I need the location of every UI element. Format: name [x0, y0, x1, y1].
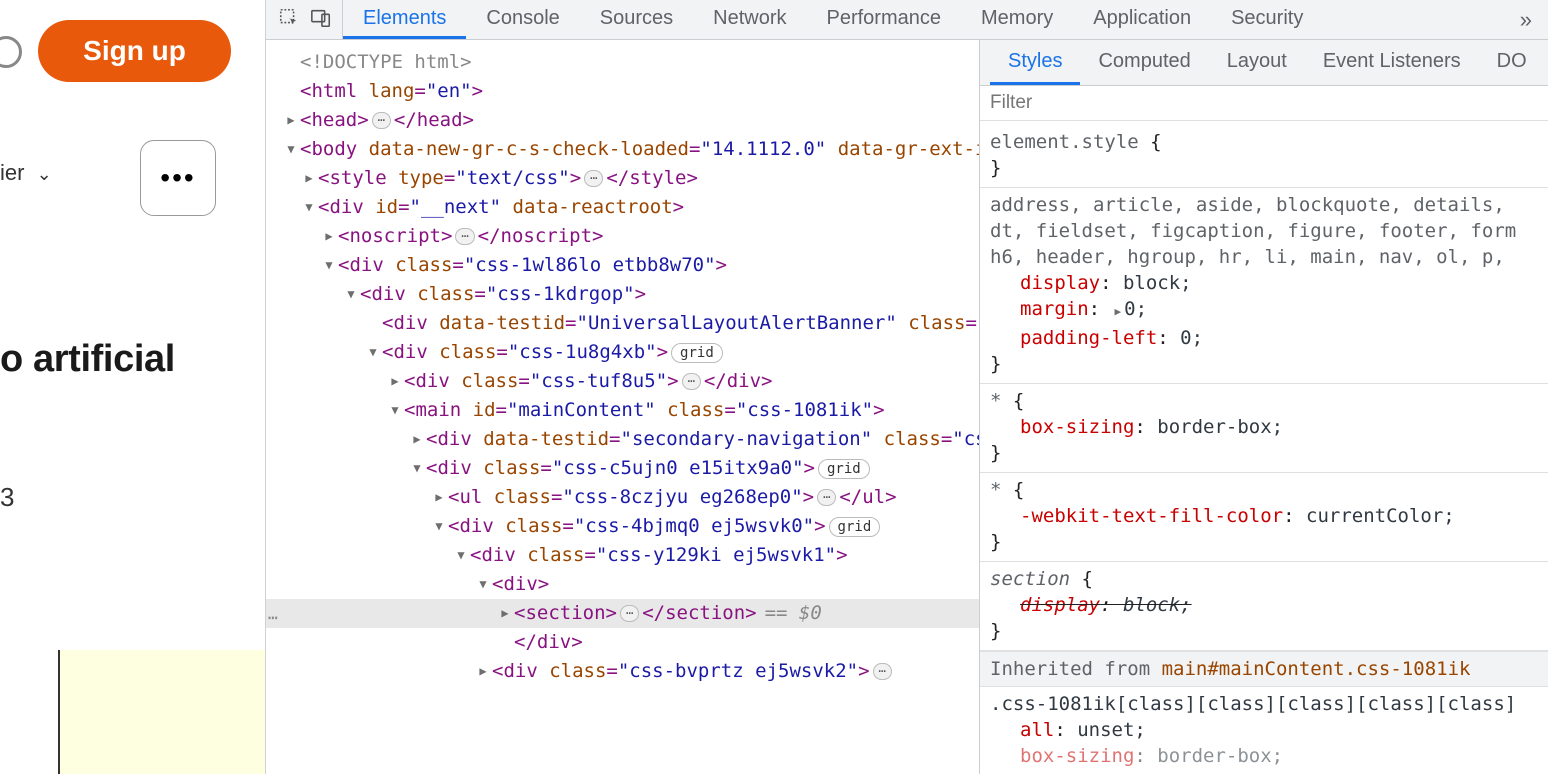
css-rule[interactable]: * { box-sizing: border-box; } — [980, 384, 1548, 473]
tab-elements[interactable]: Elements — [343, 0, 466, 39]
chevron-down-icon: ⌄ — [37, 164, 52, 184]
styles-tab-styles[interactable]: Styles — [990, 40, 1080, 85]
dom-node[interactable]: <body data-new-gr-c-s-check-loaded="14.1… — [266, 135, 979, 164]
dom-node[interactable]: <div data-testid="secondary-navigation" … — [266, 425, 979, 454]
devtools-panel: Elements Console Sources Network Perform… — [266, 0, 1548, 774]
devtools-tabbar: Elements Console Sources Network Perform… — [266, 0, 1548, 40]
dom-node[interactable]: <ul class="css-8czjyu eg268ep0">⋯</ul> — [266, 483, 979, 512]
number-fragment: 3 — [0, 482, 14, 513]
tab-performance[interactable]: Performance — [807, 0, 962, 39]
dom-node[interactable]: <div> — [266, 570, 979, 599]
inspect-element-icon[interactable] — [278, 7, 300, 32]
dom-node[interactable]: <noscript>⋯</noscript> — [266, 222, 979, 251]
styles-tab-computed[interactable]: Computed — [1080, 40, 1208, 85]
devtools-tool-icons — [274, 0, 343, 39]
tab-console[interactable]: Console — [466, 0, 579, 39]
devtools-main-tabs: Elements Console Sources Network Perform… — [343, 0, 1323, 39]
dom-node[interactable]: <div class="css-c5ujn0 e15itx9a0">grid — [266, 454, 979, 483]
dom-node[interactable]: <html lang="en"> — [266, 77, 979, 106]
css-rule[interactable]: * { -webkit-text-fill-color: currentColo… — [980, 473, 1548, 562]
expand-arrow-icon[interactable] — [322, 222, 336, 251]
dom-node[interactable]: <div class="css-1kdrgop"> — [266, 280, 979, 309]
collapse-arrow-icon[interactable] — [410, 454, 424, 483]
elements-dom-tree[interactable]: <!DOCTYPE html> <html lang="en"> <head>⋯… — [266, 40, 980, 774]
ellipsis-pill[interactable]: ⋯ — [817, 489, 836, 506]
tab-application[interactable]: Application — [1073, 0, 1211, 39]
dom-node[interactable]: <div class="css-tuf8u5">⋯</div> — [266, 367, 979, 396]
dom-node[interactable]: <head>⋯</head> — [266, 106, 979, 135]
dom-node[interactable]: <main id="mainContent" class="css-1081ik… — [266, 396, 979, 425]
more-options-button[interactable]: ••• — [140, 140, 216, 216]
grid-badge[interactable]: grid — [818, 459, 870, 479]
collapse-arrow-icon[interactable] — [284, 135, 298, 164]
expand-arrow-icon[interactable] — [432, 483, 446, 512]
styles-filter-row — [980, 86, 1548, 121]
tab-security[interactable]: Security — [1211, 0, 1323, 39]
ellipsis-pill[interactable]: ⋯ — [372, 112, 391, 129]
styles-tabs: Styles Computed Layout Event Listeners D… — [980, 40, 1548, 86]
ellipsis-pill[interactable]: ⋯ — [620, 605, 639, 622]
highlighted-region — [58, 650, 266, 774]
ellipsis-pill[interactable]: ⋯ — [584, 170, 603, 187]
css-rules-list[interactable]: element.style { } address, article, asid… — [980, 121, 1548, 774]
collapse-arrow-icon[interactable] — [476, 570, 490, 599]
dom-node[interactable]: <div class="css-1u8g4xb">grid — [266, 338, 979, 367]
expand-arrow-icon[interactable] — [388, 367, 402, 396]
dom-node[interactable]: <div class="css-bvprtz ej5wsvk2">⋯ — [266, 657, 979, 686]
dom-node[interactable]: <div id="__next" data-reactroot> — [266, 193, 979, 222]
device-toggle-icon[interactable] — [310, 7, 332, 32]
page-content-strip: Sign up ier ⌄ ••• o artificial 3 — [0, 0, 266, 774]
css-rule[interactable]: address, article, aside, blockquote, det… — [980, 188, 1548, 384]
inherited-selector-link[interactable]: main#mainContent.css-1081ik — [1162, 658, 1471, 680]
expand-arrow-icon[interactable] — [302, 164, 316, 193]
collapse-arrow-icon[interactable] — [322, 251, 336, 280]
collapse-arrow-icon[interactable] — [302, 193, 316, 222]
collapse-arrow-icon[interactable] — [388, 396, 402, 425]
dropdown-label-fragment: ier — [0, 160, 24, 185]
styles-tab-dom-breakpoints[interactable]: DO — [1479, 40, 1545, 85]
css-rule[interactable]: element.style { } — [980, 125, 1548, 188]
expand-arrow-icon[interactable] — [498, 599, 512, 628]
inherited-from-bar: Inherited from main#mainContent.css-1081… — [980, 651, 1548, 687]
collapse-arrow-icon[interactable] — [432, 512, 446, 541]
collapse-arrow-icon[interactable] — [344, 280, 358, 309]
more-tabs-button[interactable]: » — [1504, 7, 1548, 33]
tab-sources[interactable]: Sources — [580, 0, 693, 39]
ellipsis-pill[interactable]: ⋯ — [873, 663, 892, 680]
selected-indicator: == $0 — [765, 602, 822, 624]
styles-tab-layout[interactable]: Layout — [1209, 40, 1305, 85]
styles-panel: Styles Computed Layout Event Listeners D… — [980, 40, 1548, 774]
collapse-arrow-icon[interactable] — [454, 541, 468, 570]
signup-button[interactable]: Sign up — [38, 20, 231, 82]
dom-node[interactable]: <!DOCTYPE html> — [266, 48, 979, 77]
expand-arrow-icon[interactable] — [284, 106, 298, 135]
dom-node[interactable]: <style type="text/css">⋯</style> — [266, 164, 979, 193]
ellipsis-pill[interactable]: ⋯ — [682, 373, 701, 390]
styles-tab-event-listeners[interactable]: Event Listeners — [1305, 40, 1479, 85]
devtools-body: <!DOCTYPE html> <html lang="en"> <head>⋯… — [266, 40, 1548, 774]
css-rule[interactable]: section { display: block; } — [980, 562, 1548, 651]
styles-filter-input[interactable] — [990, 92, 1538, 114]
css-rule[interactable]: .css-1081ik[class][class][class][class][… — [980, 687, 1548, 774]
collapse-arrow-icon[interactable] — [366, 338, 380, 367]
expand-arrow-icon[interactable] — [410, 425, 424, 454]
dom-node[interactable]: </div> — [266, 628, 979, 657]
shorthand-expand-icon[interactable]: ▶ — [1115, 299, 1122, 325]
dom-node[interactable]: <div class="css-y129ki ej5wsvk1"> — [266, 541, 979, 570]
tab-memory[interactable]: Memory — [961, 0, 1073, 39]
grid-badge[interactable]: grid — [829, 517, 881, 537]
partial-ring-icon — [0, 36, 22, 68]
dom-node-selected[interactable]: ⋯<section>⋯</section>== $0 — [266, 599, 979, 628]
ellipsis-pill[interactable]: ⋯ — [455, 228, 474, 245]
expand-arrow-icon[interactable] — [476, 657, 490, 686]
dropdown-fragment[interactable]: ier ⌄ — [0, 160, 52, 186]
dom-node[interactable]: <div class="css-1wl86lo etbb8w70"> — [266, 251, 979, 280]
dom-node[interactable]: <div data-testid="UniversalLayoutAlertBa… — [266, 309, 979, 338]
tab-network[interactable]: Network — [693, 0, 806, 39]
dom-node[interactable]: <div class="css-4bjmq0 ej5wsvk0">grid — [266, 512, 979, 541]
hero-text-fragment: o artificial — [0, 338, 175, 381]
grid-badge[interactable]: grid — [671, 343, 723, 363]
